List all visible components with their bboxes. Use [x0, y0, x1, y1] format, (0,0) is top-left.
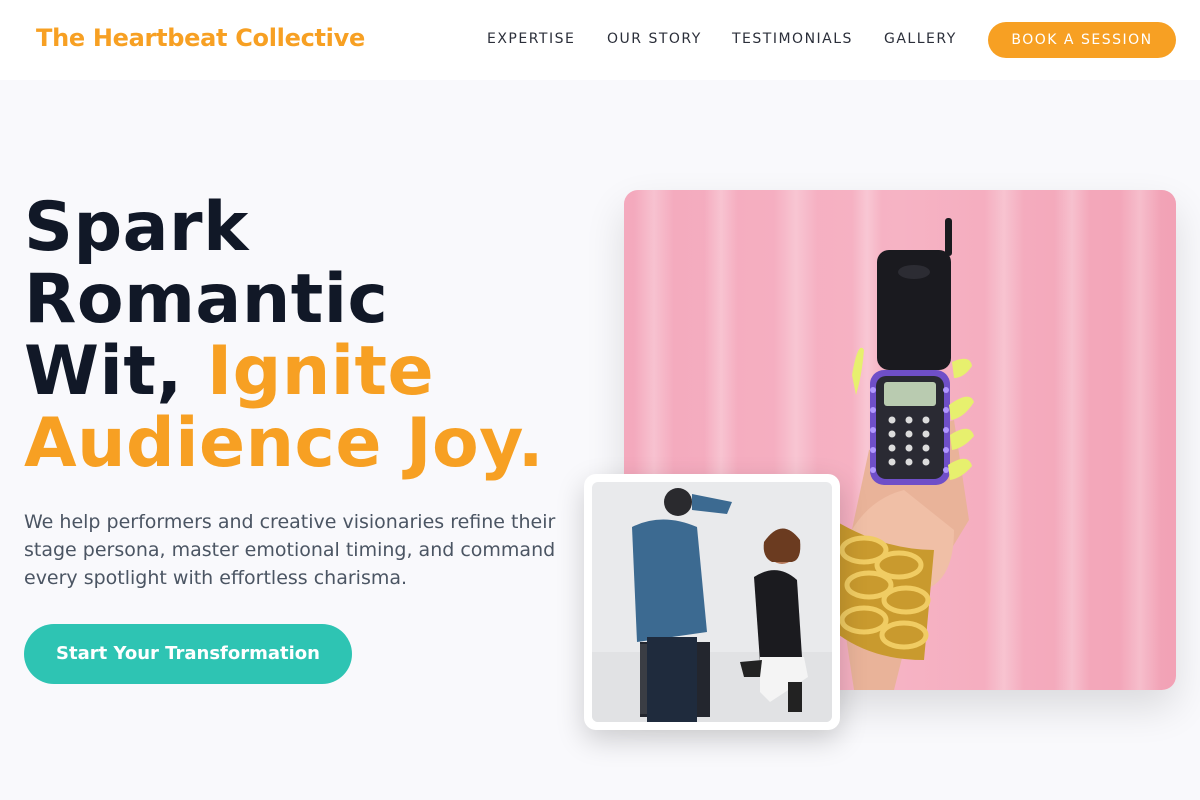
headline-line-2: Romantic — [24, 260, 389, 339]
hero-secondary-photo — [584, 474, 840, 730]
hero-headline: Spark Romantic Wit, Ignite Audience Joy. — [24, 192, 604, 480]
nav-link-our-story[interactable]: OUR STORY — [607, 31, 702, 47]
photoshoot-illustration — [592, 482, 832, 722]
start-transformation-button[interactable]: Start Your Transformation — [24, 624, 352, 684]
brand-logo[interactable]: The Heartbeat Collective — [36, 24, 365, 52]
headline-accent-line-4: Audience Joy. — [24, 404, 545, 483]
nav-link-gallery[interactable]: GALLERY — [884, 31, 957, 47]
nav-link-testimonials[interactable]: TESTIMONIALS — [732, 31, 853, 47]
hero-lead-text: We help performers and creative visionar… — [24, 511, 556, 589]
site-header: The Heartbeat Collective EXPERTISE OUR S… — [0, 0, 1200, 80]
book-session-button[interactable]: BOOK A SESSION — [988, 22, 1176, 58]
headline-line-1: Spark — [24, 188, 249, 267]
nav-link-expertise[interactable]: EXPERTISE — [487, 31, 575, 47]
headline-line-3a: Wit, — [24, 332, 183, 411]
headline-accent-ignite: Ignite — [206, 332, 435, 411]
